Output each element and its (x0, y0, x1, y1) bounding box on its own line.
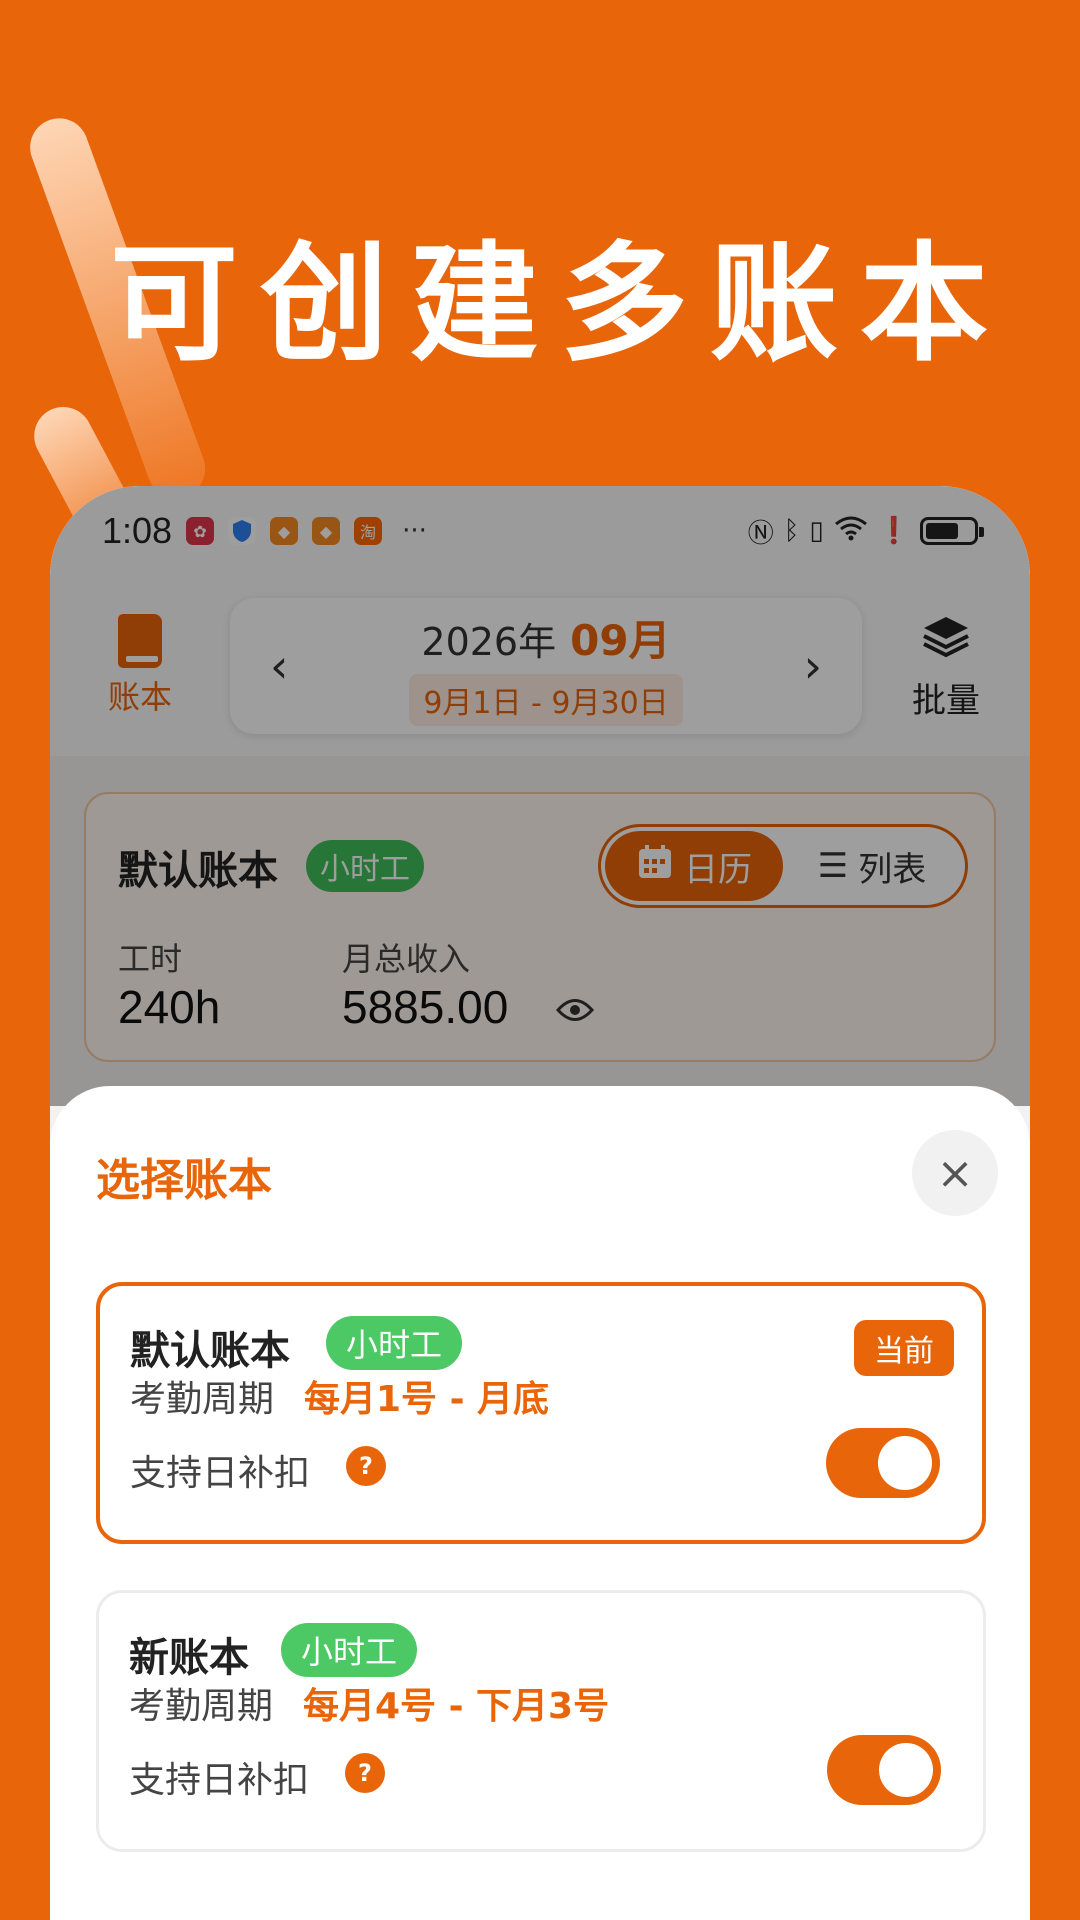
summary-book-name: 默认账本 (118, 848, 278, 894)
month-display[interactable]: 2026年 09月 9月1日 - 9月30日 (409, 607, 683, 726)
book-nav-button[interactable]: 账本 (50, 614, 230, 718)
support-toggle[interactable] (826, 1428, 940, 1498)
layers-icon (920, 611, 972, 671)
batch-label: 批量 (912, 680, 980, 721)
chevron-right-icon[interactable]: › (804, 639, 822, 693)
year-text: 2026年 (421, 619, 557, 664)
period-label: 考勤周期 (129, 1686, 274, 1727)
book-type-tag: 小时工 (326, 1316, 463, 1370)
book-card-default[interactable]: 默认账本 小时工 当前 考勤周期 每月1号 - 月底 支持日补扣 ? (96, 1282, 986, 1544)
summary-type-tag: 小时工 (306, 840, 424, 892)
date-range: 9月1日 - 9月30日 (409, 673, 683, 726)
app-icon: ◆ (312, 517, 341, 545)
toggle-knob (879, 1743, 933, 1797)
status-icons: Ⓝ ᛒ ▯ ❗ (747, 513, 984, 550)
support-label: 支持日补扣 (129, 1760, 310, 1801)
period-label: 考勤周期 (130, 1379, 275, 1420)
nfc-icon: Ⓝ (747, 518, 774, 549)
close-button[interactable]: × (912, 1130, 998, 1216)
huawei-icon: ✿ (186, 517, 215, 545)
close-icon: × (936, 1147, 974, 1199)
eye-icon[interactable] (555, 992, 595, 1032)
current-badge: 当前 (854, 1320, 954, 1376)
batch-button[interactable]: 批量 (862, 611, 1030, 722)
support-label: 支持日补扣 (130, 1453, 311, 1494)
book-type-tag: 小时工 (281, 1623, 418, 1677)
calendar-view-label: 日历 (684, 849, 752, 890)
status-time: 1:08 (102, 510, 173, 551)
taobao-icon: 淘 (354, 517, 383, 545)
period-value: 每月4号 - 下月3号 (303, 1686, 610, 1727)
period-value: 每月1号 - 月底 (304, 1379, 550, 1420)
summary-card: 默认账本 小时工 日历 ☰ 列表 工时 240h 月总收入 5885.00 (84, 792, 996, 1062)
alert-icon: ❗ (877, 516, 910, 546)
vibrate-icon: ▯ (809, 516, 824, 546)
month-picker: ‹ 2026年 09月 9月1日 - 9月30日 › (230, 598, 862, 734)
book-card-new[interactable]: 新账本 小时工 考勤周期 每月4号 - 下月3号 支持日补扣 ? (96, 1590, 986, 1852)
list-view-label: 列表 (858, 849, 927, 890)
book-icon (118, 614, 162, 668)
hours-label: 工时 (118, 940, 183, 978)
calendar-view-button[interactable]: 日历 (605, 831, 783, 901)
app-icon: ◆ (270, 517, 299, 545)
calendar-icon (636, 843, 674, 890)
support-toggle[interactable] (827, 1735, 941, 1805)
sheet-title: 选择账本 (96, 1155, 272, 1206)
chevron-left-icon[interactable]: ‹ (270, 639, 288, 693)
hours-value: 240h (118, 981, 221, 1033)
view-toggle: 日历 ☰ 列表 (598, 824, 968, 908)
select-book-sheet: 选择账本 × 默认账本 小时工 当前 考勤周期 每月1号 - 月底 支持日补扣 … (50, 1086, 1030, 1920)
book-nav-label: 账本 (107, 678, 172, 716)
toggle-knob (878, 1436, 932, 1490)
book-name: 默认账本 (130, 1328, 290, 1374)
shield-icon (228, 517, 257, 545)
help-icon[interactable]: ? (345, 1753, 385, 1793)
book-name: 新账本 (129, 1635, 249, 1681)
income-value: 5885.00 (342, 981, 509, 1033)
more-notifications-icon: ··· (402, 516, 427, 546)
income-label: 月总收入 (342, 940, 471, 978)
wifi-icon (834, 515, 868, 548)
phone-screen: 1:08 ✿ ◆ ◆ 淘 ··· Ⓝ ᛒ ▯ ❗ 账本 ‹ 2026年 09月 … (50, 486, 1030, 1920)
battery-icon (920, 517, 984, 545)
list-view-button[interactable]: ☰ 列表 (783, 831, 961, 901)
help-icon[interactable]: ? (346, 1446, 386, 1486)
bluetooth-icon: ᛒ (783, 516, 800, 546)
month-text: 09月 (570, 615, 671, 665)
top-bar: 账本 ‹ 2026年 09月 9月1日 - 9月30日 › 批量 (50, 576, 1030, 756)
list-icon: ☰ (817, 846, 849, 886)
promo-headline: 可创建多账本 (109, 230, 1010, 379)
status-bar: 1:08 ✿ ◆ ◆ 淘 ··· Ⓝ ᛒ ▯ ❗ (50, 486, 1030, 576)
